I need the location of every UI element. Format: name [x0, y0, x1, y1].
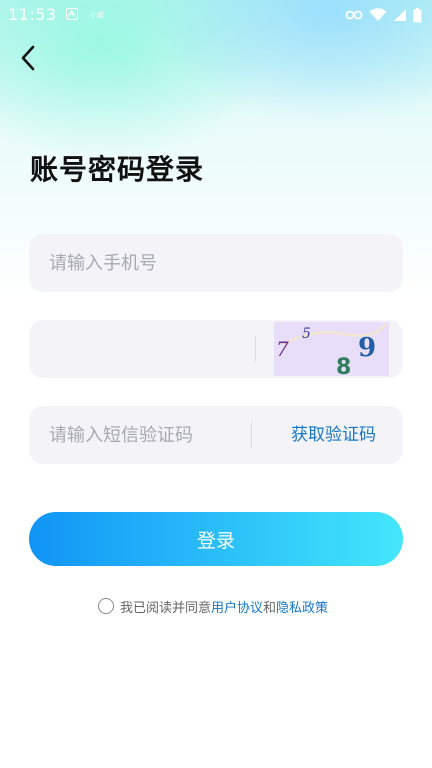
status-bar: 11:53 小说: [0, 0, 432, 30]
sms-code-input[interactable]: [49, 406, 269, 464]
captcha-char-3: 8: [336, 355, 351, 376]
captcha-input[interactable]: [49, 320, 269, 378]
phone-input[interactable]: [49, 234, 269, 292]
agreement-checkbox[interactable]: [98, 598, 114, 614]
phone-field: [29, 234, 403, 292]
app-notification-icon: [66, 8, 78, 20]
privacy-policy-link[interactable]: 隐私政策: [276, 597, 328, 616]
agreement-connector: 和: [263, 600, 277, 616]
signal-icon: [393, 8, 407, 22]
user-agreement-link[interactable]: 用户协议: [211, 597, 263, 616]
captcha-char-4: 9: [358, 333, 376, 363]
captcha-divider: [255, 336, 256, 362]
agreement-row: 我已阅读并同意 用户协议 和 隐私政策: [98, 596, 328, 616]
get-code-button[interactable]: 获取验证码: [291, 406, 376, 464]
status-notification-text: 小说: [90, 11, 104, 19]
captcha-char-2: 5: [302, 326, 311, 342]
battery-icon: [413, 7, 422, 23]
status-time: 11:53: [8, 5, 57, 24]
captcha-field: 7 5 8 9: [29, 320, 403, 378]
page-title: 账号密码登录: [30, 153, 205, 186]
agreement-prefix: 我已阅读并同意: [120, 600, 212, 616]
link-icon: [345, 9, 363, 21]
status-icons: [345, 6, 422, 24]
wifi-icon: [369, 8, 387, 22]
sms-divider: [251, 422, 252, 448]
captcha-image[interactable]: 7 5 8 9: [274, 322, 389, 376]
chevron-left-icon: [20, 45, 36, 75]
captcha-char-1: 7: [276, 337, 289, 361]
back-button[interactable]: [8, 40, 48, 80]
sms-code-field: 获取验证码: [29, 406, 403, 464]
login-button[interactable]: 登录: [29, 512, 403, 566]
